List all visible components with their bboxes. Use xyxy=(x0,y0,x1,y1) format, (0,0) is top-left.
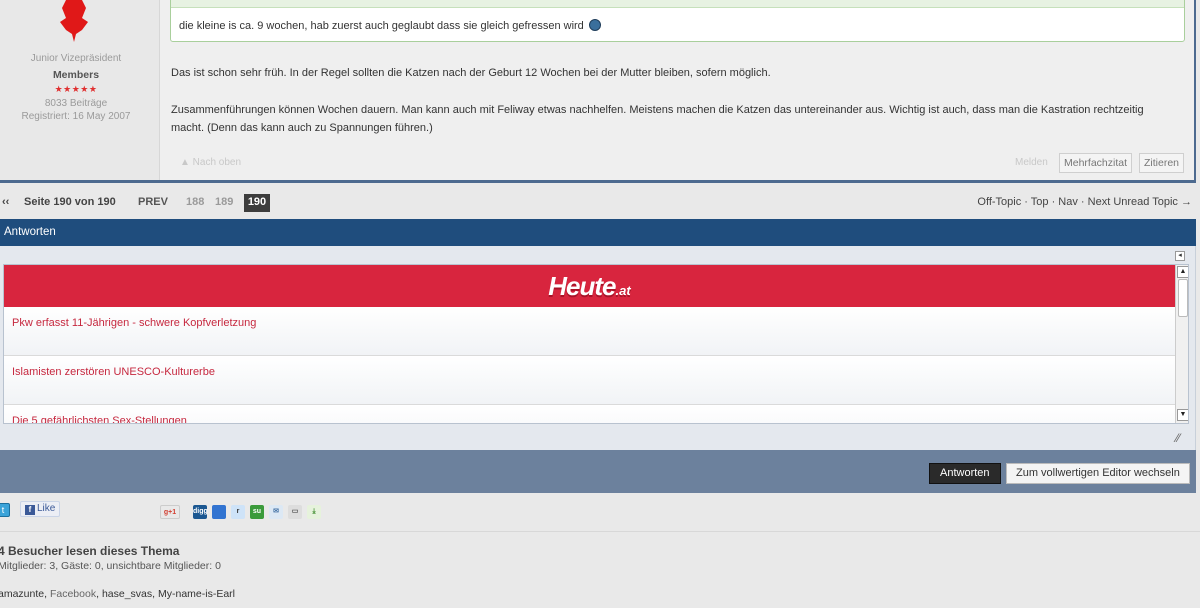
news-link[interactable]: Pkw erfasst 11-Jährigen - schwere Kopfve… xyxy=(12,317,256,329)
download-icon[interactable]: ⤓ xyxy=(307,505,321,519)
viewer-name-link[interactable]: hase_svas xyxy=(102,588,152,600)
viewer-name-link[interactable]: amazunte xyxy=(0,588,44,600)
page-indicator[interactable]: Seite 190 von 190 xyxy=(24,193,116,211)
news-link[interactable]: Die 5 gefährlichsten Sex-Stellungen xyxy=(12,415,187,423)
facebook-like-label: Like xyxy=(37,503,56,514)
quote-text: die kleine is ca. 9 wochen, hab zuerst a… xyxy=(179,19,601,32)
page-link[interactable]: 189 xyxy=(215,193,233,211)
viewers-summary: Mitglieder: 3, Gäste: 0, unsichtbare Mit… xyxy=(0,560,221,572)
reply-editor-area: ◂ Heute.at Pkw erfasst 11-Jährigen - sch… xyxy=(0,246,1196,450)
divider xyxy=(0,531,1200,532)
reddit-icon[interactable]: r xyxy=(231,505,245,519)
post-author-panel: Junior Vizepräsident Members ★★★★★ 8033 … xyxy=(0,0,160,180)
delicious-icon[interactable] xyxy=(212,505,226,519)
print-icon[interactable]: ▭ xyxy=(288,505,302,519)
reply-editor[interactable]: Heute.at Pkw erfasst 11-Jährigen - schwe… xyxy=(3,264,1189,424)
first-page-link[interactable]: ‹‹ xyxy=(2,193,9,211)
report-link[interactable]: Melden xyxy=(1015,157,1048,168)
reply-action-bar: Antworten Zum vollwertigen Editor wechse… xyxy=(0,450,1196,493)
heute-logo-text: Heute xyxy=(548,271,616,301)
scroll-down-button[interactable]: ▼ xyxy=(1177,409,1188,421)
quote-header xyxy=(171,0,1184,8)
news-item: Die 5 gefährlichsten Sex-Stellungen xyxy=(4,405,1175,423)
heute-banner[interactable]: Heute.at xyxy=(4,265,1175,307)
reply-header: Antworten xyxy=(0,219,1196,246)
user-group: Members xyxy=(52,69,100,81)
post-paragraph: Das ist schon sehr früh. In der Regel so… xyxy=(171,67,771,79)
digg-icon[interactable]: digg xyxy=(193,505,208,519)
facebook-like-button[interactable]: f Like xyxy=(20,501,61,517)
smiley-icon xyxy=(588,19,601,31)
quote-box: die kleine is ca. 9 wochen, hab zuerst a… xyxy=(170,0,1185,42)
pagination-bar: ‹‹ Seite 190 von 190 PREV 188 189 190 Of… xyxy=(0,193,1200,213)
page-link[interactable]: 188 xyxy=(186,193,204,211)
viewer-list: amazunte, Facebook, hase_svas, My-name-i… xyxy=(0,588,235,600)
google-plus-icon[interactable]: g+1 xyxy=(160,505,180,519)
avatar[interactable] xyxy=(52,0,96,42)
submit-reply-button[interactable]: Antworten xyxy=(929,463,1001,484)
topic-nav-links[interactable]: Off-Topic · Top · Nav · Next Unread Topi… xyxy=(977,193,1192,211)
editor-scrollbar[interactable]: ▲ ▼ xyxy=(1175,265,1188,423)
news-link[interactable]: Islamisten zerstören UNESCO-Kulturerbe xyxy=(12,366,215,378)
news-item: Pkw erfasst 11-Jährigen - schwere Kopfve… xyxy=(4,307,1175,356)
multiquote-button[interactable]: Mehrfachzitat xyxy=(1059,153,1133,173)
prev-page-link[interactable]: PREV xyxy=(138,193,168,211)
resize-grip-icon[interactable]: ⁄⁄ xyxy=(1176,431,1180,445)
scroll-up-button[interactable]: ▲ xyxy=(1177,266,1188,278)
post-paragraph: Zusammenführungen können Wochen dauern. … xyxy=(171,104,1144,134)
user-rank-stars: ★★★★★ xyxy=(54,84,98,94)
viewer-name-link[interactable]: Facebook xyxy=(50,588,96,600)
email-icon[interactable]: ✉ xyxy=(269,505,283,519)
user-registered-date: Registriert: 16 May 2007 xyxy=(21,111,131,122)
scroll-thumb[interactable] xyxy=(1178,279,1188,317)
heute-logo[interactable]: Heute.at xyxy=(548,271,630,302)
user-title: Junior Vizepräsident xyxy=(30,53,122,64)
heute-logo-suffix: .at xyxy=(615,283,631,298)
back-to-top-link[interactable]: ▲ Nach oben xyxy=(180,157,241,168)
twitter-icon[interactable]: t xyxy=(0,503,10,517)
quote-button[interactable]: Zitieren xyxy=(1139,153,1185,173)
quote-text-content: die kleine is ca. 9 wochen, hab zuerst a… xyxy=(179,20,584,32)
facebook-icon: f xyxy=(25,505,35,515)
news-item: Islamisten zerstören UNESCO-Kulturerbe xyxy=(4,356,1175,405)
full-editor-button[interactable]: Zum vollwertigen Editor wechseln xyxy=(1006,463,1190,484)
current-page: 190 xyxy=(244,194,270,212)
viewers-title: 4 Besucher lesen dieses Thema xyxy=(0,544,180,558)
share-row: t f Like g+1 digg r su ✉ ▭ ⤓ xyxy=(0,500,1200,522)
user-post-count: 8033 Beiträge xyxy=(44,98,108,109)
viewer-name-link[interactable]: My-name-is-Earl xyxy=(158,588,235,600)
stumbleupon-icon[interactable]: su xyxy=(250,505,264,519)
editor-toggle-button[interactable]: ◂ xyxy=(1175,251,1185,261)
forum-post: Junior Vizepräsident Members ★★★★★ 8033 … xyxy=(0,0,1196,183)
